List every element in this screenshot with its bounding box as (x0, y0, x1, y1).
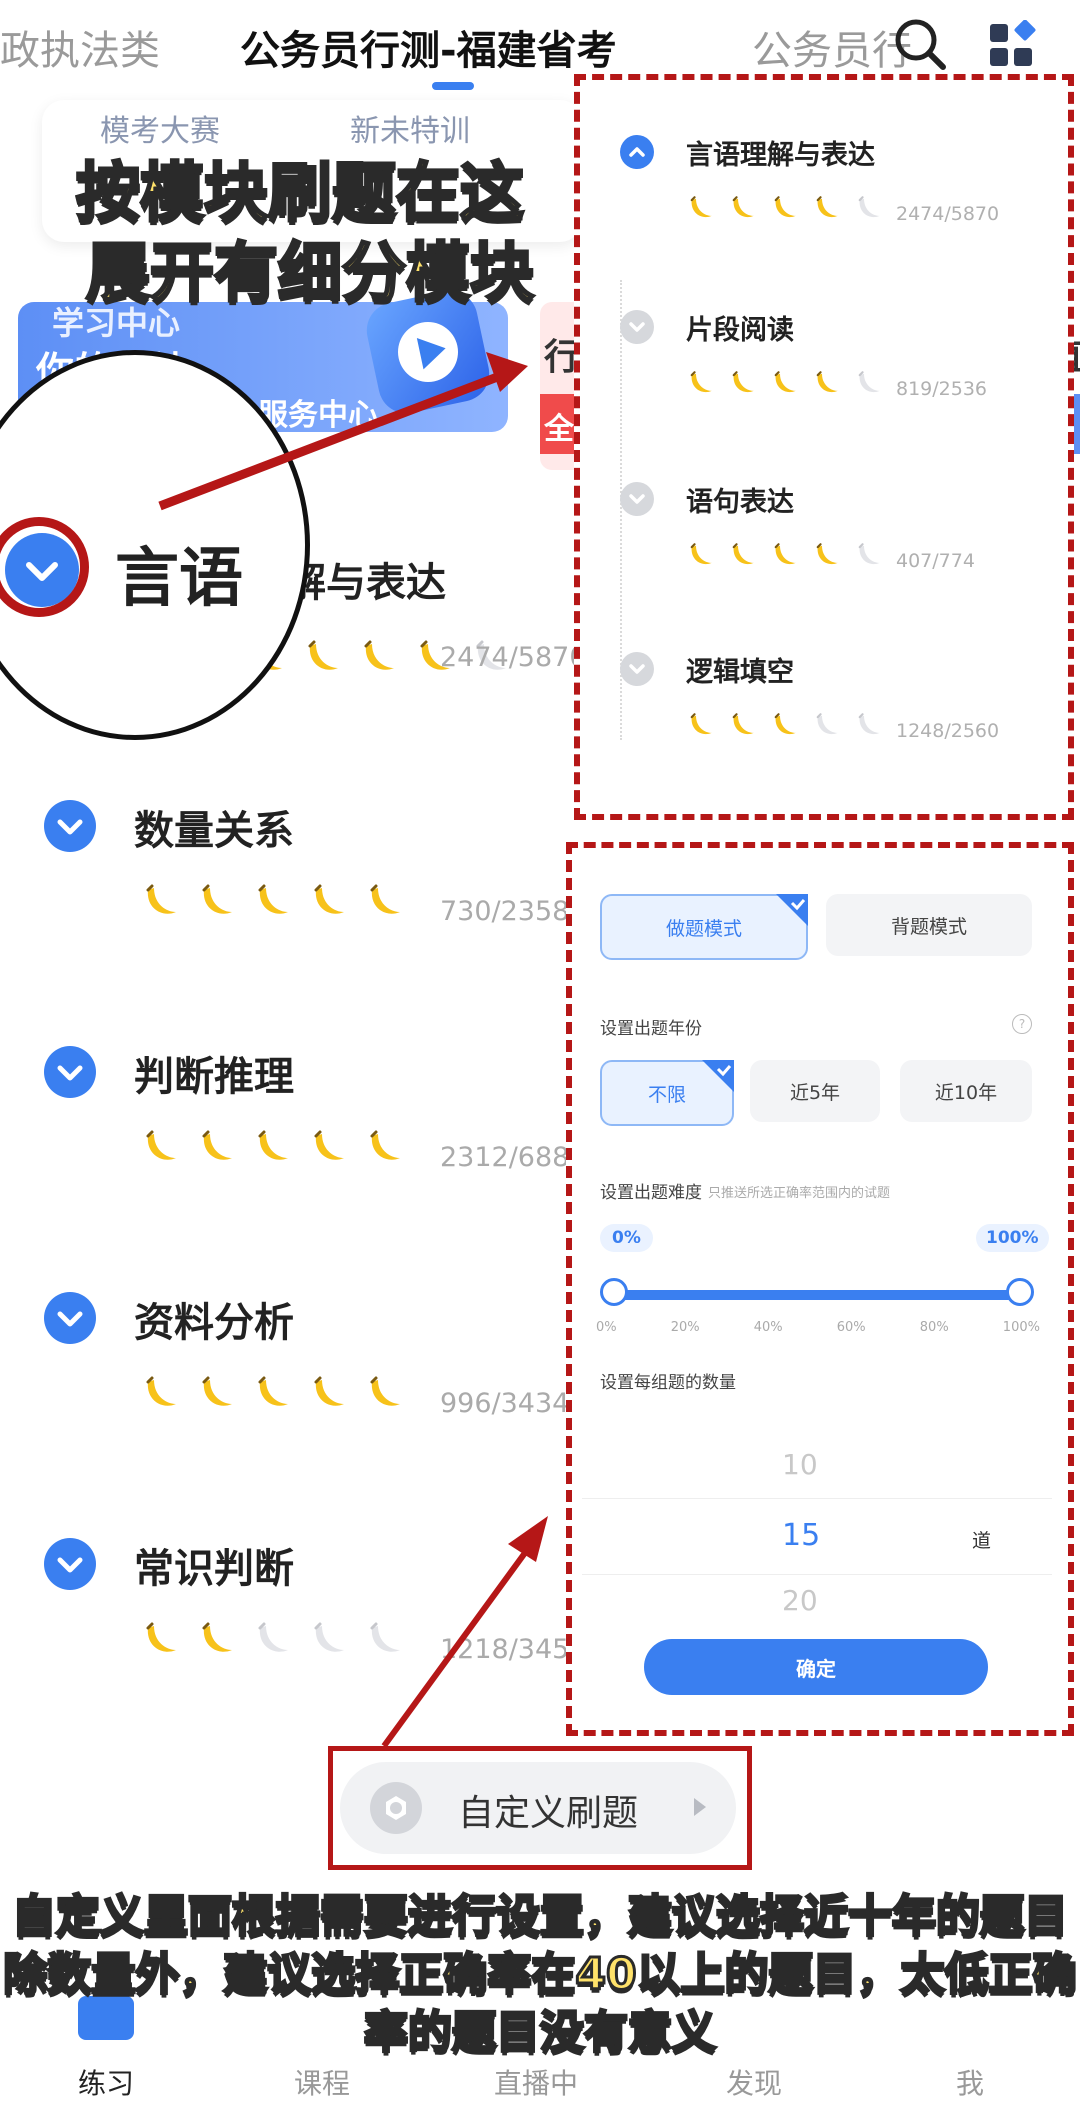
bottom-caption-line3: 率的题目没有意义 (363, 2006, 718, 2060)
arrow-head (486, 352, 528, 392)
bottom-caption-line2: 除数量外，建议选择正确率在40以上的题目，太低正确 (2, 1948, 1078, 2002)
top-caption-line1: 按模块刷题在这 (75, 156, 526, 233)
annotation-arrows (158, 352, 548, 1748)
arrow-head (508, 1516, 548, 1562)
top-caption-line2: 展开有细分模块 (85, 236, 536, 313)
nav-practice[interactable]: 练习 (78, 2062, 134, 2102)
nav-me[interactable]: 我 (956, 2062, 984, 2102)
nav-live[interactable]: 直播中 (494, 2062, 578, 2102)
bottom-caption-line1: 自定义里面根据需要进行设置，建议选择近十年的题目 (11, 1890, 1070, 1944)
nav-courses[interactable]: 课程 (294, 2062, 350, 2102)
nav-discover[interactable]: 发现 (726, 2062, 782, 2102)
bottom-caption: 自定义里面根据需要进行设置，建议选择近十年的题目 除数量外，建议选择正确率在40… (0, 1888, 1080, 2062)
